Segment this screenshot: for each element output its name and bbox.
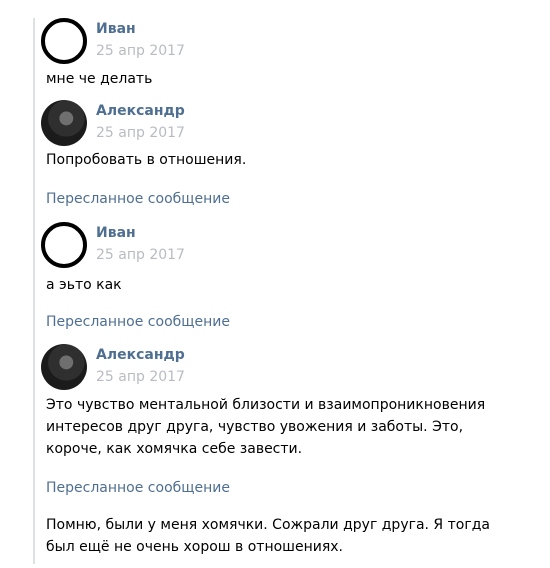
forwarded-message-link[interactable]: Пересланное сообщение	[46, 314, 230, 330]
final-message: Помню, были у меня хомячки. Сожрали друг…	[41, 514, 521, 564]
message-date[interactable]: 25 апр 2017	[96, 369, 185, 385]
avatar[interactable]	[41, 18, 87, 64]
forward-thread-line	[33, 18, 35, 564]
avatar[interactable]	[41, 344, 87, 390]
message-text-line: был ещё не очень хорош в отношениях.	[46, 539, 344, 555]
message-3: Иван 25 апр 2017 а эьто как	[41, 222, 521, 293]
avatar[interactable]	[41, 100, 87, 146]
author-name[interactable]: Иван	[96, 21, 136, 37]
message-text: Попробовать в отношения.	[46, 152, 247, 168]
author-name[interactable]: Иван	[96, 225, 136, 241]
message-text-line: короче, как хомячка себе завести.	[46, 441, 303, 457]
message-text: а эьто как	[46, 277, 122, 293]
avatar[interactable]	[41, 222, 87, 268]
message-date[interactable]: 25 апр 2017	[96, 247, 185, 263]
message-text-line: Помню, были у меня хомячки. Сожрали друг…	[46, 517, 490, 533]
message-1: Иван 25 апр 2017 мне че делать	[41, 18, 521, 88]
message-2: Александр 25 апр 2017 Попробовать в отно…	[41, 100, 521, 180]
message-4: Александр 25 апр 2017 Это чувство ментал…	[41, 344, 521, 464]
message-text-line: Это чувство ментальной близости и взаимо…	[46, 397, 486, 413]
author-name[interactable]: Александр	[96, 103, 185, 119]
forwarded-message-link[interactable]: Пересланное сообщение	[46, 191, 230, 207]
forwarded-message-link[interactable]: Пересланное сообщение	[46, 480, 230, 496]
message-text-line: интересов друг друга, чувство увожения и…	[46, 419, 464, 435]
message-text: мне че делать	[46, 71, 153, 87]
author-name[interactable]: Александр	[96, 347, 185, 363]
message-date[interactable]: 25 апр 2017	[96, 43, 185, 59]
message-date[interactable]: 25 апр 2017	[96, 125, 185, 141]
